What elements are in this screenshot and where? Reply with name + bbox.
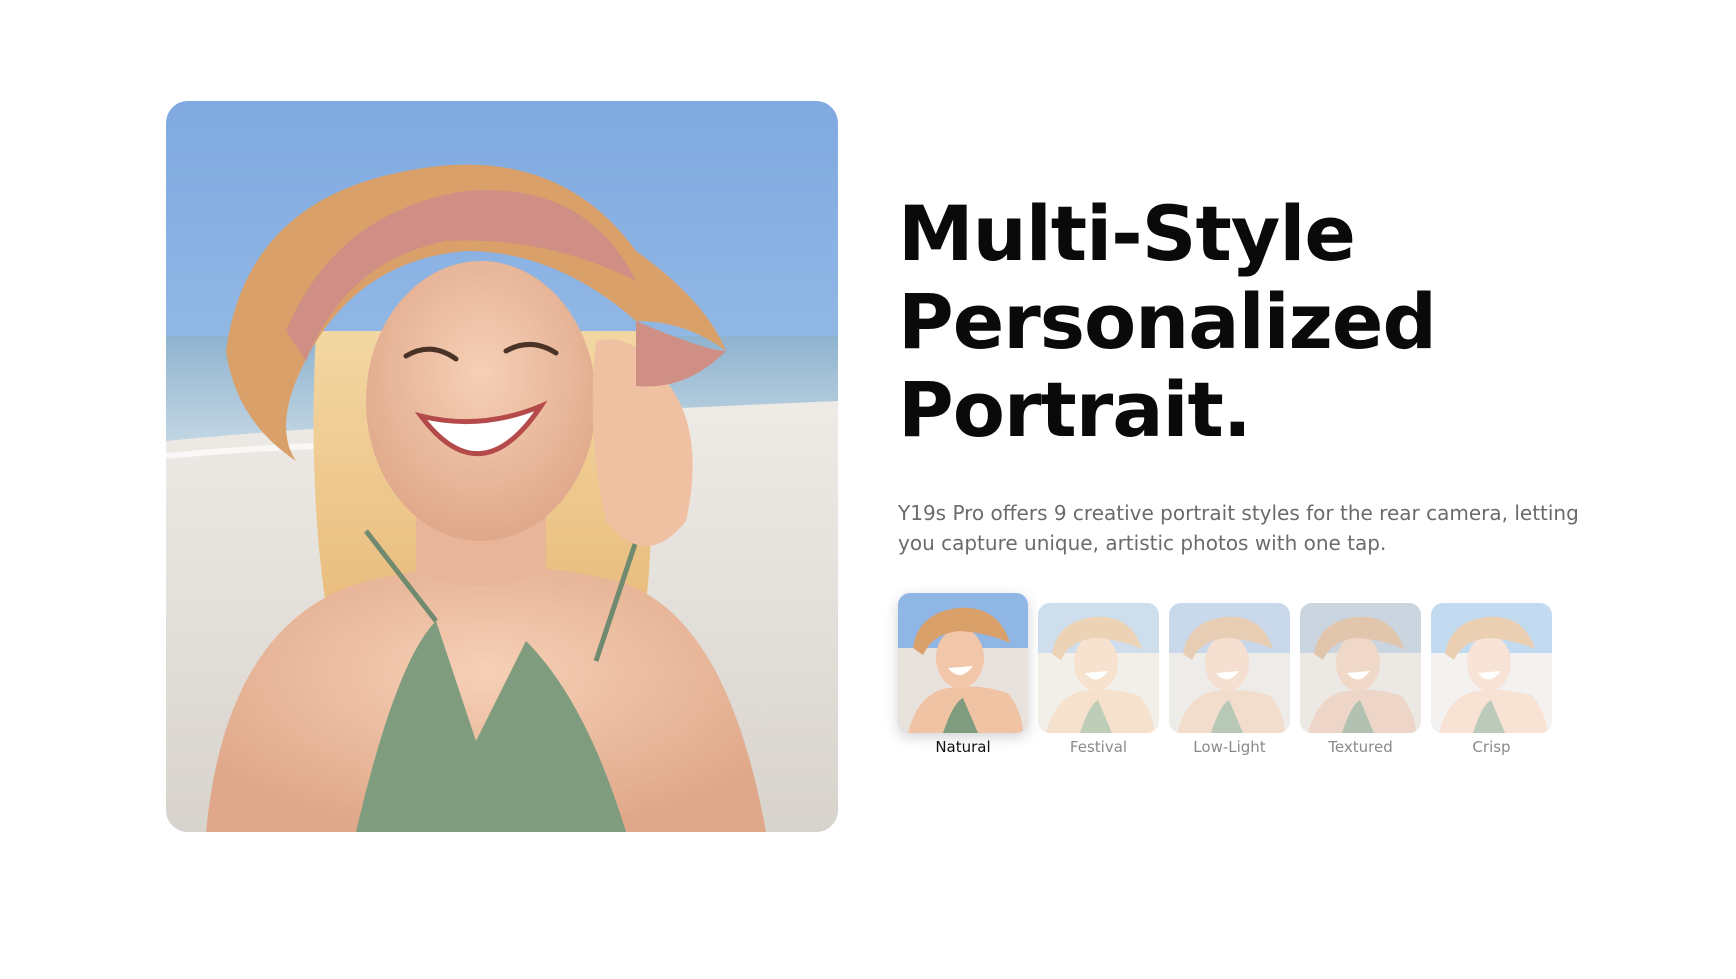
style-thumbnail — [1038, 603, 1159, 733]
headline-line-2: Personalized — [898, 277, 1437, 366]
portrait-photo-icon — [166, 101, 838, 832]
headline: Multi-Style Personalized Portrait. — [898, 190, 1658, 454]
style-label: Natural — [935, 738, 991, 756]
portrait-style-selector: Natural Festival Low-Light Textured Cris… — [898, 593, 1552, 757]
portrait-thumbnail-icon — [1300, 603, 1421, 733]
style-option-textured[interactable]: Textured — [1300, 603, 1421, 757]
hero-portrait-image — [166, 101, 838, 832]
style-thumbnail — [1300, 603, 1421, 733]
feature-copy: Multi-Style Personalized Portrait. Y19s … — [898, 190, 1658, 558]
style-option-festival[interactable]: Festival — [1038, 603, 1159, 757]
style-option-natural[interactable]: Natural — [898, 593, 1028, 757]
style-option-low-light[interactable]: Low-Light — [1169, 603, 1290, 757]
portrait-thumbnail-icon — [898, 593, 1028, 733]
portrait-thumbnail-icon — [1431, 603, 1552, 733]
style-label: Low-Light — [1193, 738, 1266, 756]
feature-section: Multi-Style Personalized Portrait. Y19s … — [0, 0, 1736, 979]
style-label: Textured — [1328, 738, 1393, 756]
headline-line-1: Multi-Style — [898, 189, 1356, 278]
portrait-thumbnail-icon — [1038, 603, 1159, 733]
portrait-thumbnail-icon — [1169, 603, 1290, 733]
style-thumbnail — [1169, 603, 1290, 733]
feature-description: Y19s Pro offers 9 creative portrait styl… — [898, 501, 1579, 555]
style-label: Crisp — [1472, 738, 1511, 756]
style-option-crisp[interactable]: Crisp — [1431, 603, 1552, 757]
style-thumbnail — [898, 593, 1028, 733]
style-label: Festival — [1069, 738, 1128, 756]
style-thumbnail — [1431, 603, 1552, 733]
headline-line-3: Portrait. — [898, 365, 1252, 454]
